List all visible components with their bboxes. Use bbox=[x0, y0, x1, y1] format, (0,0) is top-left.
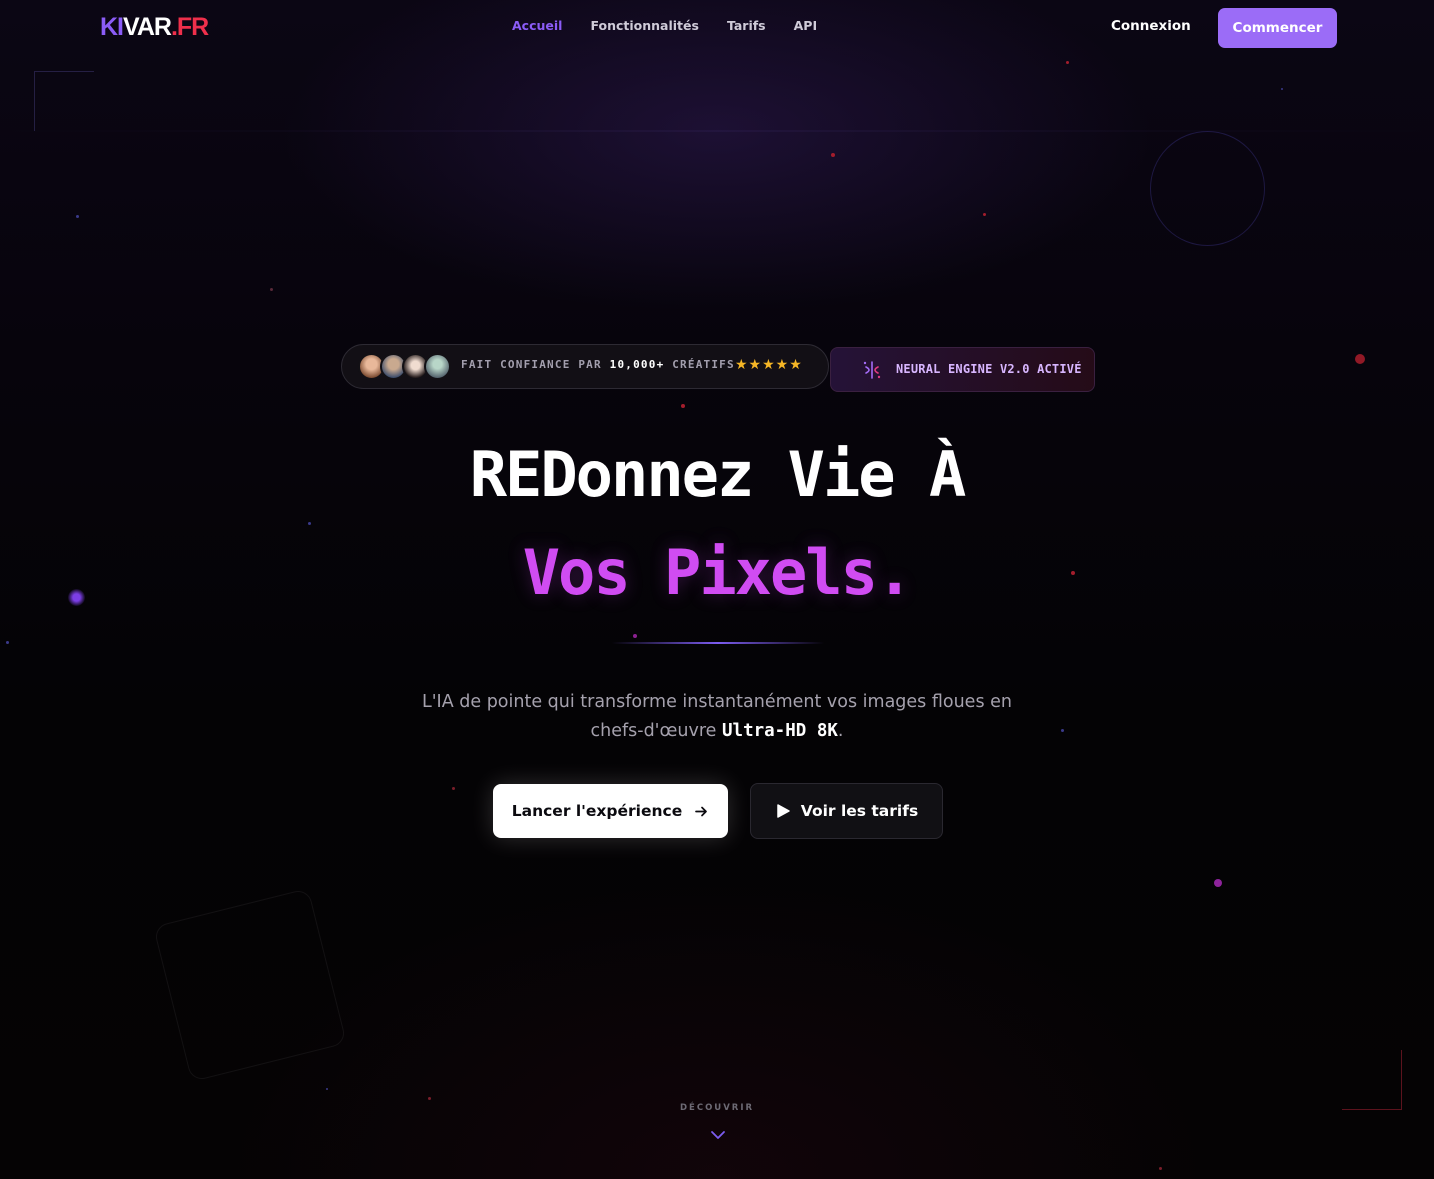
login-link[interactable]: Connexion bbox=[1111, 18, 1191, 34]
decorative-ring bbox=[1150, 131, 1265, 246]
trust-suffix: CRÉATIFS bbox=[672, 358, 735, 371]
start-button[interactable]: Commencer bbox=[1218, 8, 1337, 48]
particle bbox=[1214, 879, 1222, 887]
main-nav: Accueil Fonctionnalités Tarifs API bbox=[512, 18, 817, 33]
avatar-group bbox=[358, 353, 451, 380]
particle bbox=[76, 215, 79, 218]
particle bbox=[452, 787, 455, 790]
particle bbox=[6, 641, 9, 644]
hero-divider bbox=[612, 642, 824, 644]
particle bbox=[1281, 88, 1283, 90]
brand-logo[interactable]: KIVAR.FR bbox=[100, 13, 209, 42]
nav-link-api[interactable]: API bbox=[794, 18, 818, 33]
hero-subtitle-line2-prefix: chefs-d'œuvre bbox=[590, 721, 717, 741]
launch-experience-label: Lancer l'expérience bbox=[511, 802, 683, 820]
particle bbox=[1355, 354, 1365, 364]
particle bbox=[681, 404, 685, 408]
play-icon bbox=[777, 804, 790, 818]
hero-subtitle-line1: L'IA de pointe qui transforme instantané… bbox=[422, 692, 1012, 712]
particle bbox=[1159, 1167, 1162, 1170]
avatar bbox=[424, 353, 451, 380]
particle bbox=[1066, 61, 1069, 64]
trust-count: 10,000+ bbox=[609, 358, 665, 371]
hero-title-line2: Vos Pixels. bbox=[522, 536, 914, 609]
trust-text: FAIT CONFIANCE PAR 10,000+ CRÉATIFS bbox=[461, 358, 735, 371]
particle bbox=[633, 634, 637, 638]
brand-logo-ki: KI bbox=[100, 13, 124, 41]
arrow-right-icon bbox=[695, 806, 708, 816]
brand-logo-var: VAR bbox=[123, 13, 172, 41]
brand-logo-fr: .FR bbox=[170, 13, 209, 41]
chevron-down-icon[interactable] bbox=[709, 1128, 727, 1142]
nav-link-fonctionnalites[interactable]: Fonctionnalités bbox=[590, 18, 698, 33]
launch-experience-button[interactable]: Lancer l'expérience bbox=[493, 784, 728, 838]
engine-status-badge: NEURAL ENGINE V2.0 ACTIVÉ bbox=[830, 347, 1095, 392]
ai-sparkle-icon bbox=[863, 361, 881, 379]
nav-link-accueil[interactable]: Accueil bbox=[512, 18, 562, 33]
engine-status-text: NEURAL ENGINE V2.0 ACTIVÉ bbox=[896, 362, 1082, 376]
hero-title-line1: REDonnez Vie À bbox=[469, 438, 967, 511]
particle bbox=[270, 288, 273, 291]
trust-prefix: FAIT CONFIANCE PAR bbox=[461, 358, 602, 371]
particle bbox=[983, 213, 986, 216]
trust-badge: FAIT CONFIANCE PAR 10,000+ CRÉATIFS ★★★★… bbox=[341, 344, 829, 389]
star-rating-icon: ★★★★★ bbox=[735, 357, 803, 373]
discover-label[interactable]: DÉCOUVRIR bbox=[0, 1103, 1434, 1113]
particle bbox=[326, 1088, 328, 1090]
decorative-corner-top-left bbox=[34, 71, 94, 131]
top-navbar: KIVAR.FR Accueil Fonctionnalités Tarifs … bbox=[0, 0, 1434, 56]
particle bbox=[428, 1097, 431, 1100]
nav-link-tarifs[interactable]: Tarifs bbox=[727, 18, 766, 33]
decorative-corner-bottom-right bbox=[1342, 1050, 1402, 1110]
view-pricing-label: Voir les tarifs bbox=[800, 802, 919, 820]
hero-subtitle-highlight: Ultra-HD 8K bbox=[722, 721, 838, 741]
hero-subtitle-period: . bbox=[837, 721, 844, 741]
hero-subtitle: L'IA de pointe qui transforme instantané… bbox=[0, 688, 1434, 746]
particle bbox=[308, 522, 311, 525]
particle bbox=[831, 153, 835, 157]
view-pricing-button[interactable]: Voir les tarifs bbox=[750, 783, 943, 839]
